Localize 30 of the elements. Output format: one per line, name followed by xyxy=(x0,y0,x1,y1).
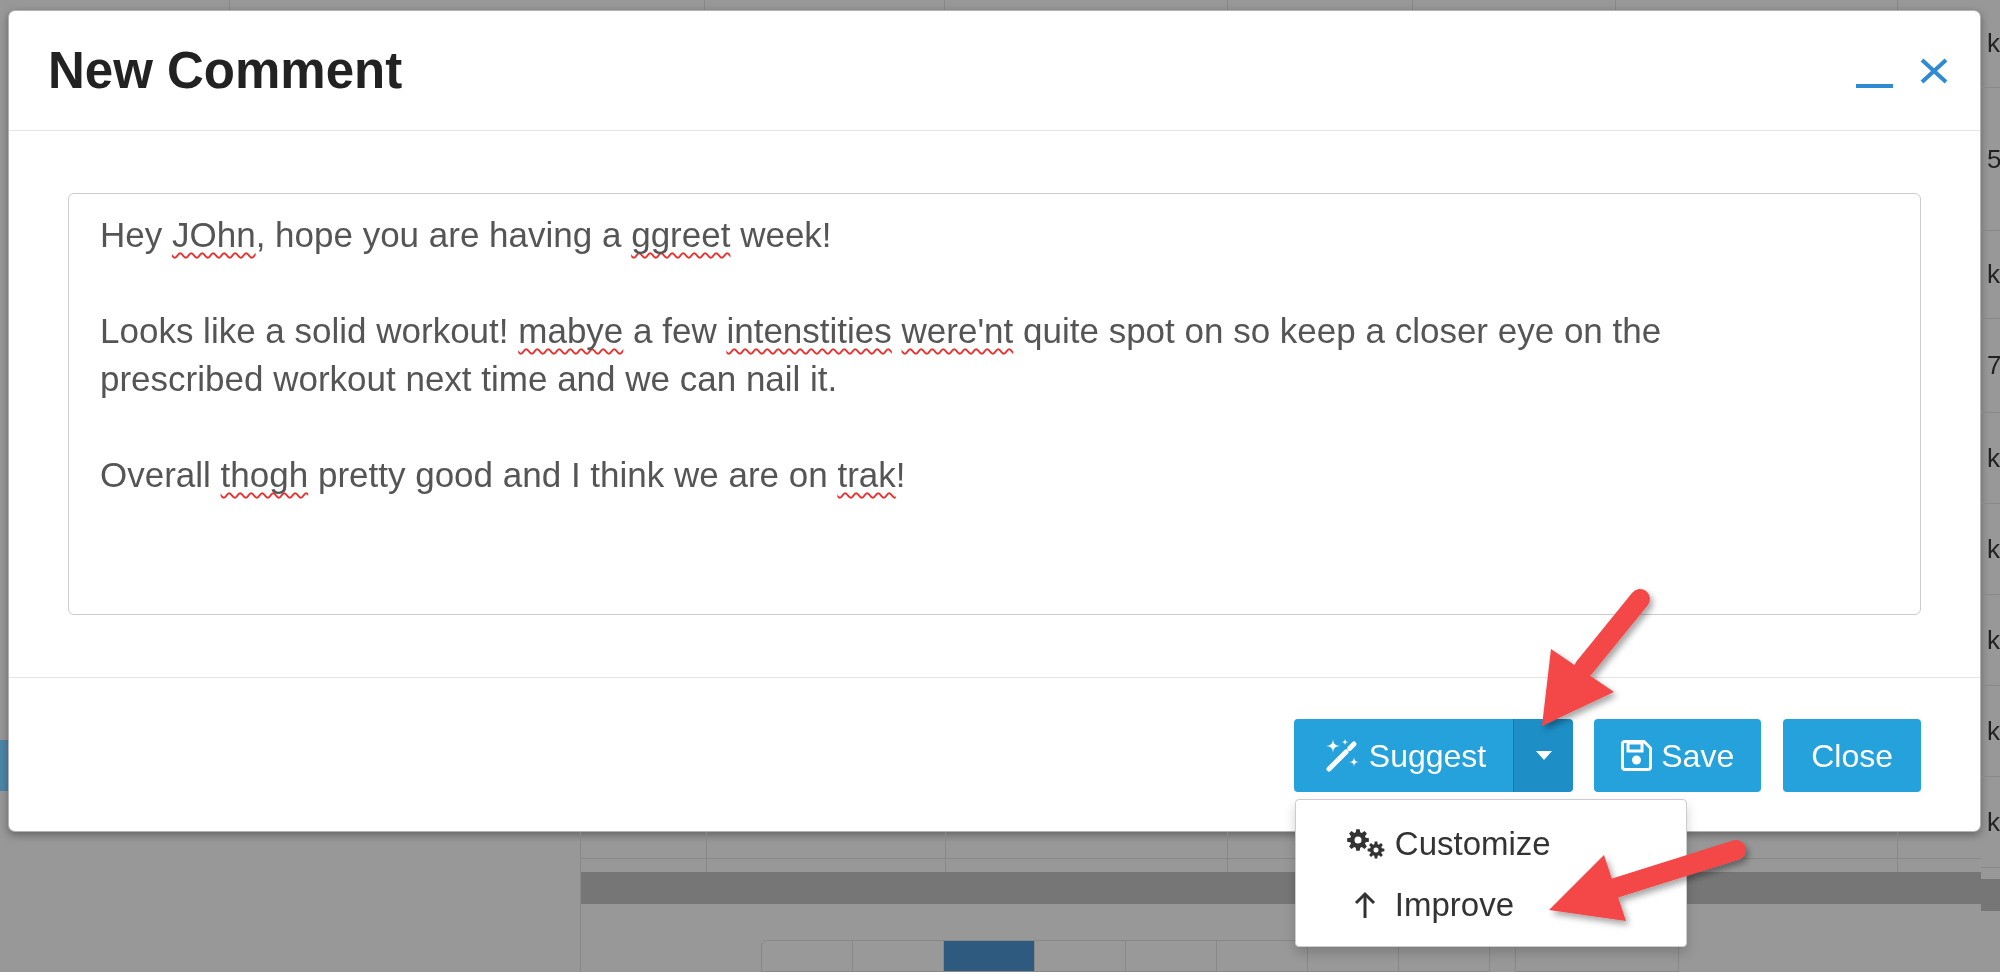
table-cell: k xyxy=(1981,504,2000,595)
close-button[interactable]: Close xyxy=(1783,719,1921,792)
menu-item[interactable]: Improve xyxy=(1295,874,1686,935)
save-button[interactable]: Save xyxy=(1594,719,1762,792)
table-cell: 5 xyxy=(1981,88,2000,231)
comment-text: Looks like a solid workout! mabye a few intenstities were'nt quite spot on so keep a closer eye on the prescribed workout next time and we can nail it. xyxy=(100,310,1663,400)
table-cell: k xyxy=(1981,686,2000,777)
table-cell: 7 xyxy=(1981,319,2000,413)
close-icon xyxy=(1920,57,1948,84)
page-button[interactable] xyxy=(943,940,1035,972)
dialog-title: New Comment xyxy=(48,40,403,101)
dropdown-toggle-button[interactable] xyxy=(1513,719,1574,792)
caret-down-icon xyxy=(1535,751,1552,760)
close-button[interactable] xyxy=(1920,57,1948,84)
page-button[interactable] xyxy=(1216,940,1308,972)
table-cell: k xyxy=(1981,0,2000,88)
comment-text: Hey JOhn, hope you are having a ggreet week! xyxy=(100,214,833,256)
gears-icon xyxy=(1345,828,1385,859)
minimize-icon xyxy=(1856,83,1893,88)
minimize-button[interactable] xyxy=(1856,83,1893,88)
background-bar xyxy=(0,740,8,791)
suggest-button[interactable]: Suggest xyxy=(1293,719,1515,792)
table-cell: k xyxy=(1981,231,2000,319)
table-cell: k xyxy=(1981,777,2000,868)
table-cell: k xyxy=(1981,595,2000,686)
arrow-up-icon xyxy=(1354,890,1377,919)
comment-field[interactable] xyxy=(68,193,1921,615)
menu-item[interactable]: Customize xyxy=(1295,813,1686,874)
comment-text: Overall thogh pretty good and I think we are on trak! xyxy=(100,454,907,496)
table-cell: k xyxy=(1981,413,2000,504)
